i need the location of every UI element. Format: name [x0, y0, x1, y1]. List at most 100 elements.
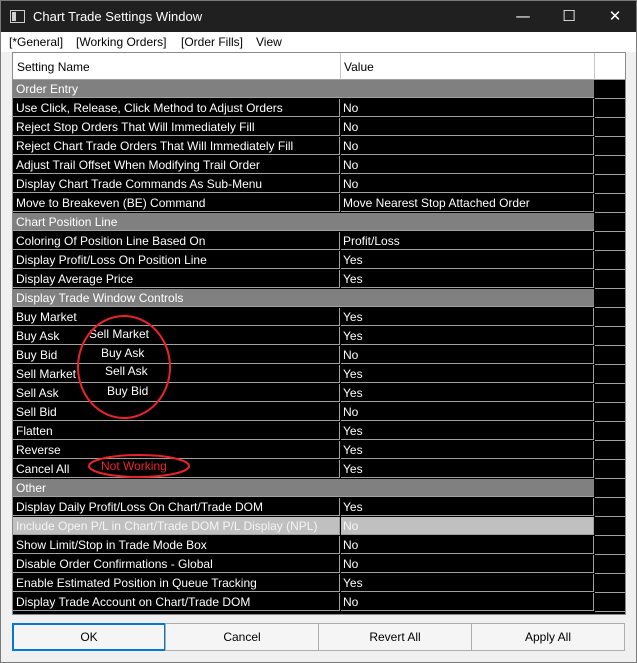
setting-name: Sell Market: [13, 365, 340, 383]
setting-row-flatten[interactable]: Flatten Yes: [13, 422, 625, 441]
row-filler-cell: [595, 270, 625, 289]
minimize-icon[interactable]: —: [500, 1, 546, 32]
setting-name: Display Trade Account on Chart/Trade DOM: [13, 593, 340, 611]
setting-value[interactable]: Yes: [341, 251, 594, 269]
setting-value[interactable]: Move Nearest Stop Attached Order: [341, 194, 594, 212]
row-filler-cell: [595, 555, 625, 574]
setting-row-use-click-release-click-method-to-adjust-orders[interactable]: Use Click, Release, Click Method to Adju…: [13, 99, 625, 118]
row-filler-cell: [595, 346, 625, 365]
category-label: Order Entry: [13, 80, 594, 98]
category-row-order-entry[interactable]: Order Entry: [13, 80, 625, 99]
row-filler-cell: [595, 213, 625, 232]
setting-name: Cancel All: [13, 460, 340, 478]
setting-name: Display Daily Profit/Loss On Chart/Trade…: [13, 498, 340, 516]
setting-name: Sell Ask: [13, 384, 340, 402]
menu-general[interactable]: [*General]: [9, 35, 63, 49]
row-filler-cell: [595, 194, 625, 213]
menu-order-fills[interactable]: [Order Fills]: [181, 35, 243, 49]
button-bar: OK Cancel Revert All Apply All: [12, 623, 626, 651]
row-filler-cell: [595, 118, 625, 137]
setting-name: Use Click, Release, Click Method to Adju…: [13, 99, 340, 117]
category-label: Chart Position Line: [13, 213, 594, 231]
setting-row-sell-ask[interactable]: Sell Ask Yes: [13, 384, 625, 403]
setting-value[interactable]: Yes: [341, 460, 594, 478]
setting-value[interactable]: Yes: [341, 574, 594, 592]
setting-row-reject-chart-trade-orders-that-will-immediately-fill[interactable]: Reject Chart Trade Orders That Will Imme…: [13, 137, 625, 156]
setting-value[interactable]: No: [341, 137, 594, 155]
row-filler-cell: [595, 175, 625, 194]
row-filler-cell: [595, 460, 625, 479]
annotation-sell-market: Sell Market: [89, 327, 150, 341]
setting-value[interactable]: No: [341, 118, 594, 136]
setting-value[interactable]: No: [341, 555, 594, 573]
setting-name: Adjust Trail Offset When Modifying Trail…: [13, 156, 340, 174]
setting-name: Buy Bid: [13, 346, 340, 364]
category-row-display-trade-window-controls[interactable]: Display Trade Window Controls: [13, 289, 625, 308]
row-filler-cell: [595, 517, 625, 536]
setting-value[interactable]: No: [341, 403, 594, 421]
setting-value[interactable]: No: [341, 536, 594, 554]
row-filler-cell: [595, 593, 625, 612]
setting-row-display-profit-loss-on-position-line[interactable]: Display Profit/Loss On Position Line Yes: [13, 251, 625, 270]
title-bar[interactable]: Chart Trade Settings Window — ☐ ✕: [1, 1, 636, 32]
setting-value[interactable]: No: [341, 175, 594, 193]
grid-header: Setting Name Value: [13, 53, 625, 80]
row-filler-cell: [595, 99, 625, 118]
column-header-value[interactable]: Value: [344, 60, 374, 74]
setting-value[interactable]: No: [341, 593, 594, 611]
row-filler-cell: [595, 384, 625, 403]
row-filler-cell: [595, 232, 625, 251]
setting-value[interactable]: Yes: [341, 365, 594, 383]
setting-row-disable-order-confirmations-global[interactable]: Disable Order Confirmations - Global No: [13, 555, 625, 574]
setting-name: Buy Market: [13, 308, 340, 326]
window-app-icon: [10, 10, 25, 23]
setting-row-display-average-price[interactable]: Display Average Price Yes: [13, 270, 625, 289]
setting-value[interactable]: No: [341, 99, 594, 117]
setting-name: Reverse: [13, 441, 340, 459]
setting-value[interactable]: No: [341, 346, 594, 364]
setting-name: Display Profit/Loss On Position Line: [13, 251, 340, 269]
setting-value[interactable]: Yes: [341, 422, 594, 440]
revert-all-button[interactable]: Revert All: [318, 623, 472, 651]
setting-row-show-limit-stop-in-trade-mode-box[interactable]: Show Limit/Stop in Trade Mode Box No: [13, 536, 625, 555]
setting-row-reject-stop-orders-that-will-immediately-fill[interactable]: Reject Stop Orders That Will Immediately…: [13, 118, 625, 137]
row-filler-cell: [595, 403, 625, 422]
category-row-other[interactable]: Other: [13, 479, 625, 498]
category-label: Display Trade Window Controls: [13, 289, 594, 307]
ok-button[interactable]: OK: [12, 623, 166, 651]
setting-name: Reject Chart Trade Orders That Will Imme…: [13, 137, 340, 155]
maximize-icon[interactable]: ☐: [546, 1, 592, 32]
setting-row-sell-bid[interactable]: Sell Bid No: [13, 403, 625, 422]
row-filler-cell: [595, 441, 625, 460]
category-row-chart-position-line[interactable]: Chart Position Line: [13, 213, 625, 232]
menu-view[interactable]: View: [256, 35, 282, 49]
setting-row-display-trade-account-on-chart-trade-dom[interactable]: Display Trade Account on Chart/Trade DOM…: [13, 593, 625, 612]
setting-row-move-to-breakeven-be-command[interactable]: Move to Breakeven (BE) Command Move Neare…: [13, 194, 625, 213]
setting-row-coloring-of-position-line-based-on[interactable]: Coloring Of Position Line Based On Profit…: [13, 232, 625, 251]
setting-row-adjust-trail-offset-when-modifying-trail-order[interactable]: Adjust Trail Offset When Modifying Trail…: [13, 156, 625, 175]
close-icon[interactable]: ✕: [592, 1, 637, 32]
setting-row-buy-market[interactable]: Buy Market Yes: [13, 308, 625, 327]
annotation-sell-ask: Sell Ask: [105, 364, 148, 378]
setting-name: Move to Breakeven (BE) Command: [13, 194, 340, 212]
setting-value[interactable]: Yes: [341, 441, 594, 459]
setting-value[interactable]: No: [341, 156, 594, 174]
setting-row-include-open-p-l-in-chart-trade-dom-p-l-display-npl[interactable]: Include Open P/L in Chart/Trade DOM P/L …: [13, 517, 625, 536]
setting-row-display-daily-profit-loss-on-chart-trade-dom[interactable]: Display Daily Profit/Loss On Chart/Trade…: [13, 498, 625, 517]
setting-value[interactable]: Profit/Loss: [341, 232, 594, 250]
setting-row-enable-estimated-position-in-queue-tracking[interactable]: Enable Estimated Position in Queue Track…: [13, 574, 625, 593]
setting-row-display-chart-trade-commands-as-sub-menu[interactable]: Display Chart Trade Commands As Sub-Menu…: [13, 175, 625, 194]
setting-value[interactable]: Yes: [341, 384, 594, 402]
setting-value[interactable]: Yes: [341, 498, 594, 516]
row-filler-cell: [595, 80, 625, 99]
setting-name: Display Chart Trade Commands As Sub-Menu: [13, 175, 340, 193]
setting-row-reverse[interactable]: Reverse Yes: [13, 441, 625, 460]
apply-all-button[interactable]: Apply All: [471, 623, 625, 651]
setting-value[interactable]: Yes: [341, 270, 594, 288]
column-header-setting-name[interactable]: Setting Name: [17, 60, 90, 74]
setting-name: Buy Ask: [13, 327, 340, 345]
cancel-button[interactable]: Cancel: [165, 623, 319, 651]
setting-value[interactable]: Yes: [341, 308, 594, 326]
menu-working-orders[interactable]: [Working Orders]: [76, 35, 166, 49]
setting-value[interactable]: Yes: [341, 327, 594, 345]
